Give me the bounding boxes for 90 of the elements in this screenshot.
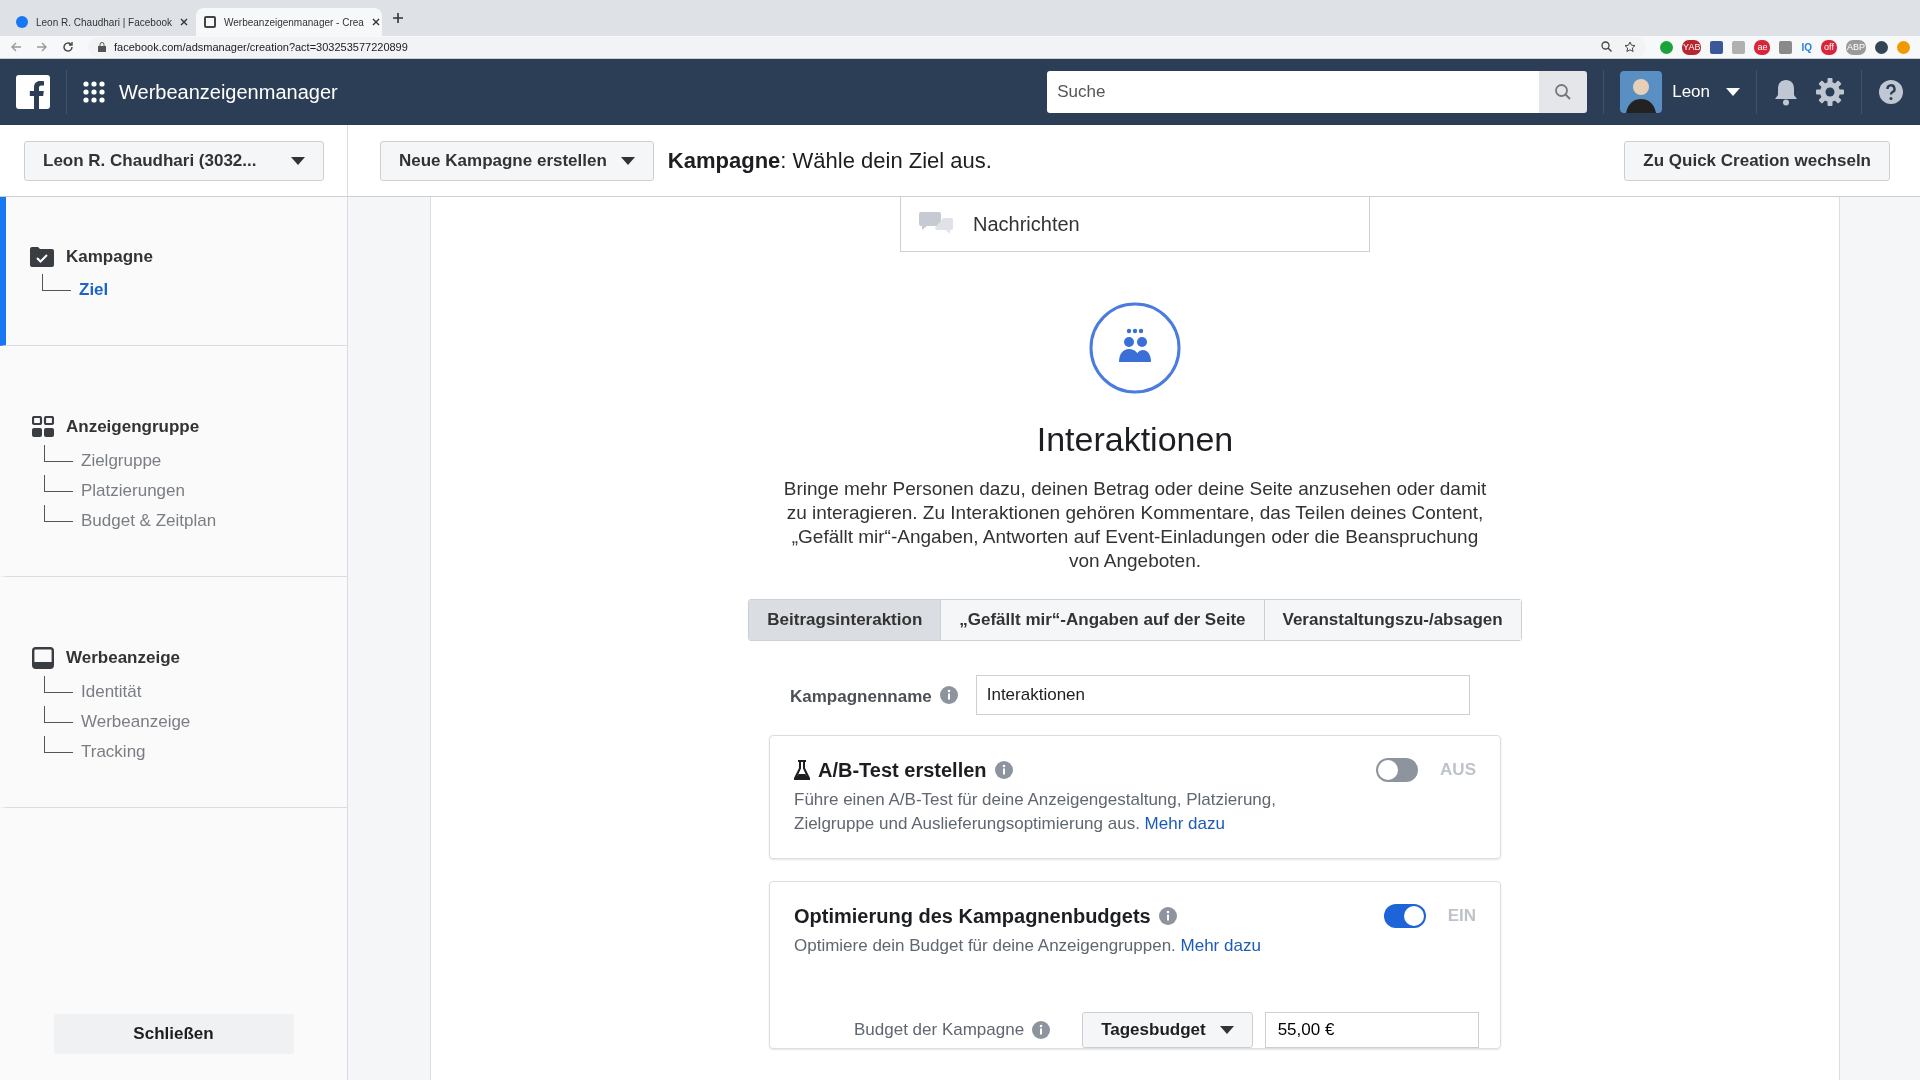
objective-title: Interaktionen	[1036, 420, 1234, 459]
apps-grid-icon[interactable]	[83, 81, 105, 103]
avatar[interactable]	[1620, 71, 1663, 113]
learn-more-link[interactable]: Mehr dazu	[1180, 936, 1261, 955]
grid-icon	[32, 416, 54, 438]
app-title: Werbeanzeigenmanager	[119, 80, 338, 104]
quick-creation-button[interactable]: Zu Quick Creation wechseln	[1624, 140, 1890, 181]
people-icon	[1089, 302, 1181, 394]
objective-option[interactable]: Nachrichten	[900, 197, 1370, 252]
chat-icon	[919, 212, 953, 236]
star-icon[interactable]	[1624, 41, 1637, 53]
favicon-icon	[16, 16, 28, 28]
new-tab-icon[interactable]	[392, 12, 404, 24]
step-link[interactable]: Ziel	[79, 280, 109, 300]
section-heading: A/B-Test erstellen	[818, 758, 987, 782]
toggle-label: AUS	[1440, 760, 1476, 780]
tree-connector	[44, 504, 73, 522]
search-field[interactable]: Suche	[1047, 71, 1540, 113]
step-link[interactable]: Tracking	[81, 742, 146, 762]
zoom-icon[interactable]	[1601, 41, 1613, 52]
close-icon[interactable]	[371, 18, 380, 26]
extension-icon[interactable]	[1660, 40, 1674, 54]
tree-connector	[44, 444, 73, 462]
back-icon[interactable]	[10, 41, 22, 53]
user-menu[interactable]: Leon	[1672, 82, 1710, 102]
tree-connector	[44, 735, 73, 753]
field-label: Budget der Kampagne	[854, 1020, 1025, 1040]
extension-icon[interactable]: ae	[1754, 39, 1771, 55]
profile-avatar[interactable]	[1875, 40, 1888, 54]
learn-more-link[interactable]: Mehr dazu	[1144, 814, 1225, 833]
browser-tab[interactable]: Leon R. Chaudhari | Facebook	[8, 8, 194, 36]
step-link[interactable]: Platzierungen	[81, 481, 185, 501]
section-title[interactable]: Kampagne	[66, 247, 153, 267]
flask-icon	[794, 760, 810, 780]
info-icon[interactable]	[994, 761, 1013, 779]
section-title[interactable]: Werbeanzeige	[66, 648, 180, 668]
extension-icon[interactable]	[1710, 40, 1724, 54]
campaign-name-field[interactable]: Interaktionen	[975, 675, 1470, 715]
step-link[interactable]: Budget & Zeitplan	[81, 511, 217, 531]
folder-check-icon	[30, 247, 54, 267]
subtype-tab[interactable]: „Gefällt mir“-Angaben auf der Seite	[940, 600, 1264, 640]
tree-connector	[44, 675, 73, 693]
budget-amount-field[interactable]: 55,00 €	[1264, 1012, 1479, 1048]
extension-icon[interactable]: IQ	[1801, 40, 1812, 54]
search-icon	[1554, 83, 1573, 101]
new-campaign-dropdown[interactable]: Neue Kampagne erstellen	[380, 140, 654, 181]
tree-connector	[44, 705, 73, 723]
step-link[interactable]: Werbeanzeige	[81, 712, 191, 732]
browser-tab[interactable]: Werbeanzeigenmanager - Crea	[196, 8, 382, 36]
close-icon[interactable]	[180, 18, 188, 26]
caret-icon[interactable]	[1726, 88, 1740, 96]
forward-icon[interactable]	[36, 41, 48, 53]
budget-type-dropdown[interactable]: Tagesbudget	[1082, 1012, 1253, 1048]
extension-icon[interactable]: YAB	[1682, 39, 1702, 55]
bell-icon[interactable]	[1773, 78, 1799, 106]
logo-icon[interactable]	[16, 75, 50, 109]
tree-connector	[42, 273, 71, 291]
subtype-tab[interactable]: Veranstaltungszu-/absagen	[1263, 600, 1521, 640]
section-description: Optimiere dein Budget für deine Anzeigengruppen. Mehr dazu	[794, 935, 1262, 957]
favicon-icon	[204, 16, 216, 28]
search-button[interactable]	[1539, 71, 1588, 113]
field-label: Kampagnenname	[790, 687, 932, 707]
tree-connector	[44, 474, 73, 492]
settings-icon[interactable]	[1815, 77, 1845, 107]
section-heading: Optimierung des Kampagnenbudgets	[794, 904, 1151, 928]
toggle-switch[interactable]	[1383, 904, 1426, 928]
account-dropdown[interactable]: Leon R. Chaudhari (3032...	[24, 140, 324, 181]
subtype-tab[interactable]: Beitragsinteraktion	[749, 600, 941, 640]
address-bar[interactable]: facebook.com/adsmanager/creation?act=303253577220899	[88, 37, 1647, 57]
caret-icon	[1219, 1026, 1234, 1034]
help-icon[interactable]	[1878, 79, 1904, 105]
lock-icon	[98, 42, 106, 52]
info-icon[interactable]	[939, 686, 958, 704]
tablet-icon	[32, 647, 54, 669]
step-link[interactable]: Zielgruppe	[81, 451, 162, 471]
close-button[interactable]: Schließen	[53, 1014, 294, 1054]
info-icon[interactable]	[1032, 1021, 1051, 1039]
info-icon[interactable]	[1158, 907, 1177, 925]
section-title[interactable]: Anzeigengruppe	[66, 417, 200, 437]
toggle-label: EIN	[1447, 906, 1476, 926]
caret-icon	[620, 156, 635, 165]
reload-icon[interactable]	[62, 41, 74, 53]
toggle-switch[interactable]	[1376, 758, 1419, 782]
extension-icon[interactable]: off	[1821, 39, 1837, 55]
caret-icon	[291, 156, 305, 165]
step-link[interactable]: Identität	[81, 682, 142, 702]
objective-description: Bringe mehr Personen dazu, deinen Betrag oder deine Seite anzusehen oder damit zu interagieren. Zu Interaktionen gehören Kommentare, das Teilen deines Content, „Gefällt mir“-Angaben, Antworten auf Event-Einladungen oder die Beanspruchung von Angeboten.	[782, 477, 1488, 573]
page-title: Kampagne: Wähle dein Ziel aus.	[667, 147, 992, 174]
extension-icon[interactable]	[1779, 40, 1793, 54]
section-description: Führe einen A/B-Test für deine Anzeigengestaltung, Platzierung, Zielgruppe und Auslieferungsoptimierung aus. Mehr dazu	[794, 789, 1277, 835]
